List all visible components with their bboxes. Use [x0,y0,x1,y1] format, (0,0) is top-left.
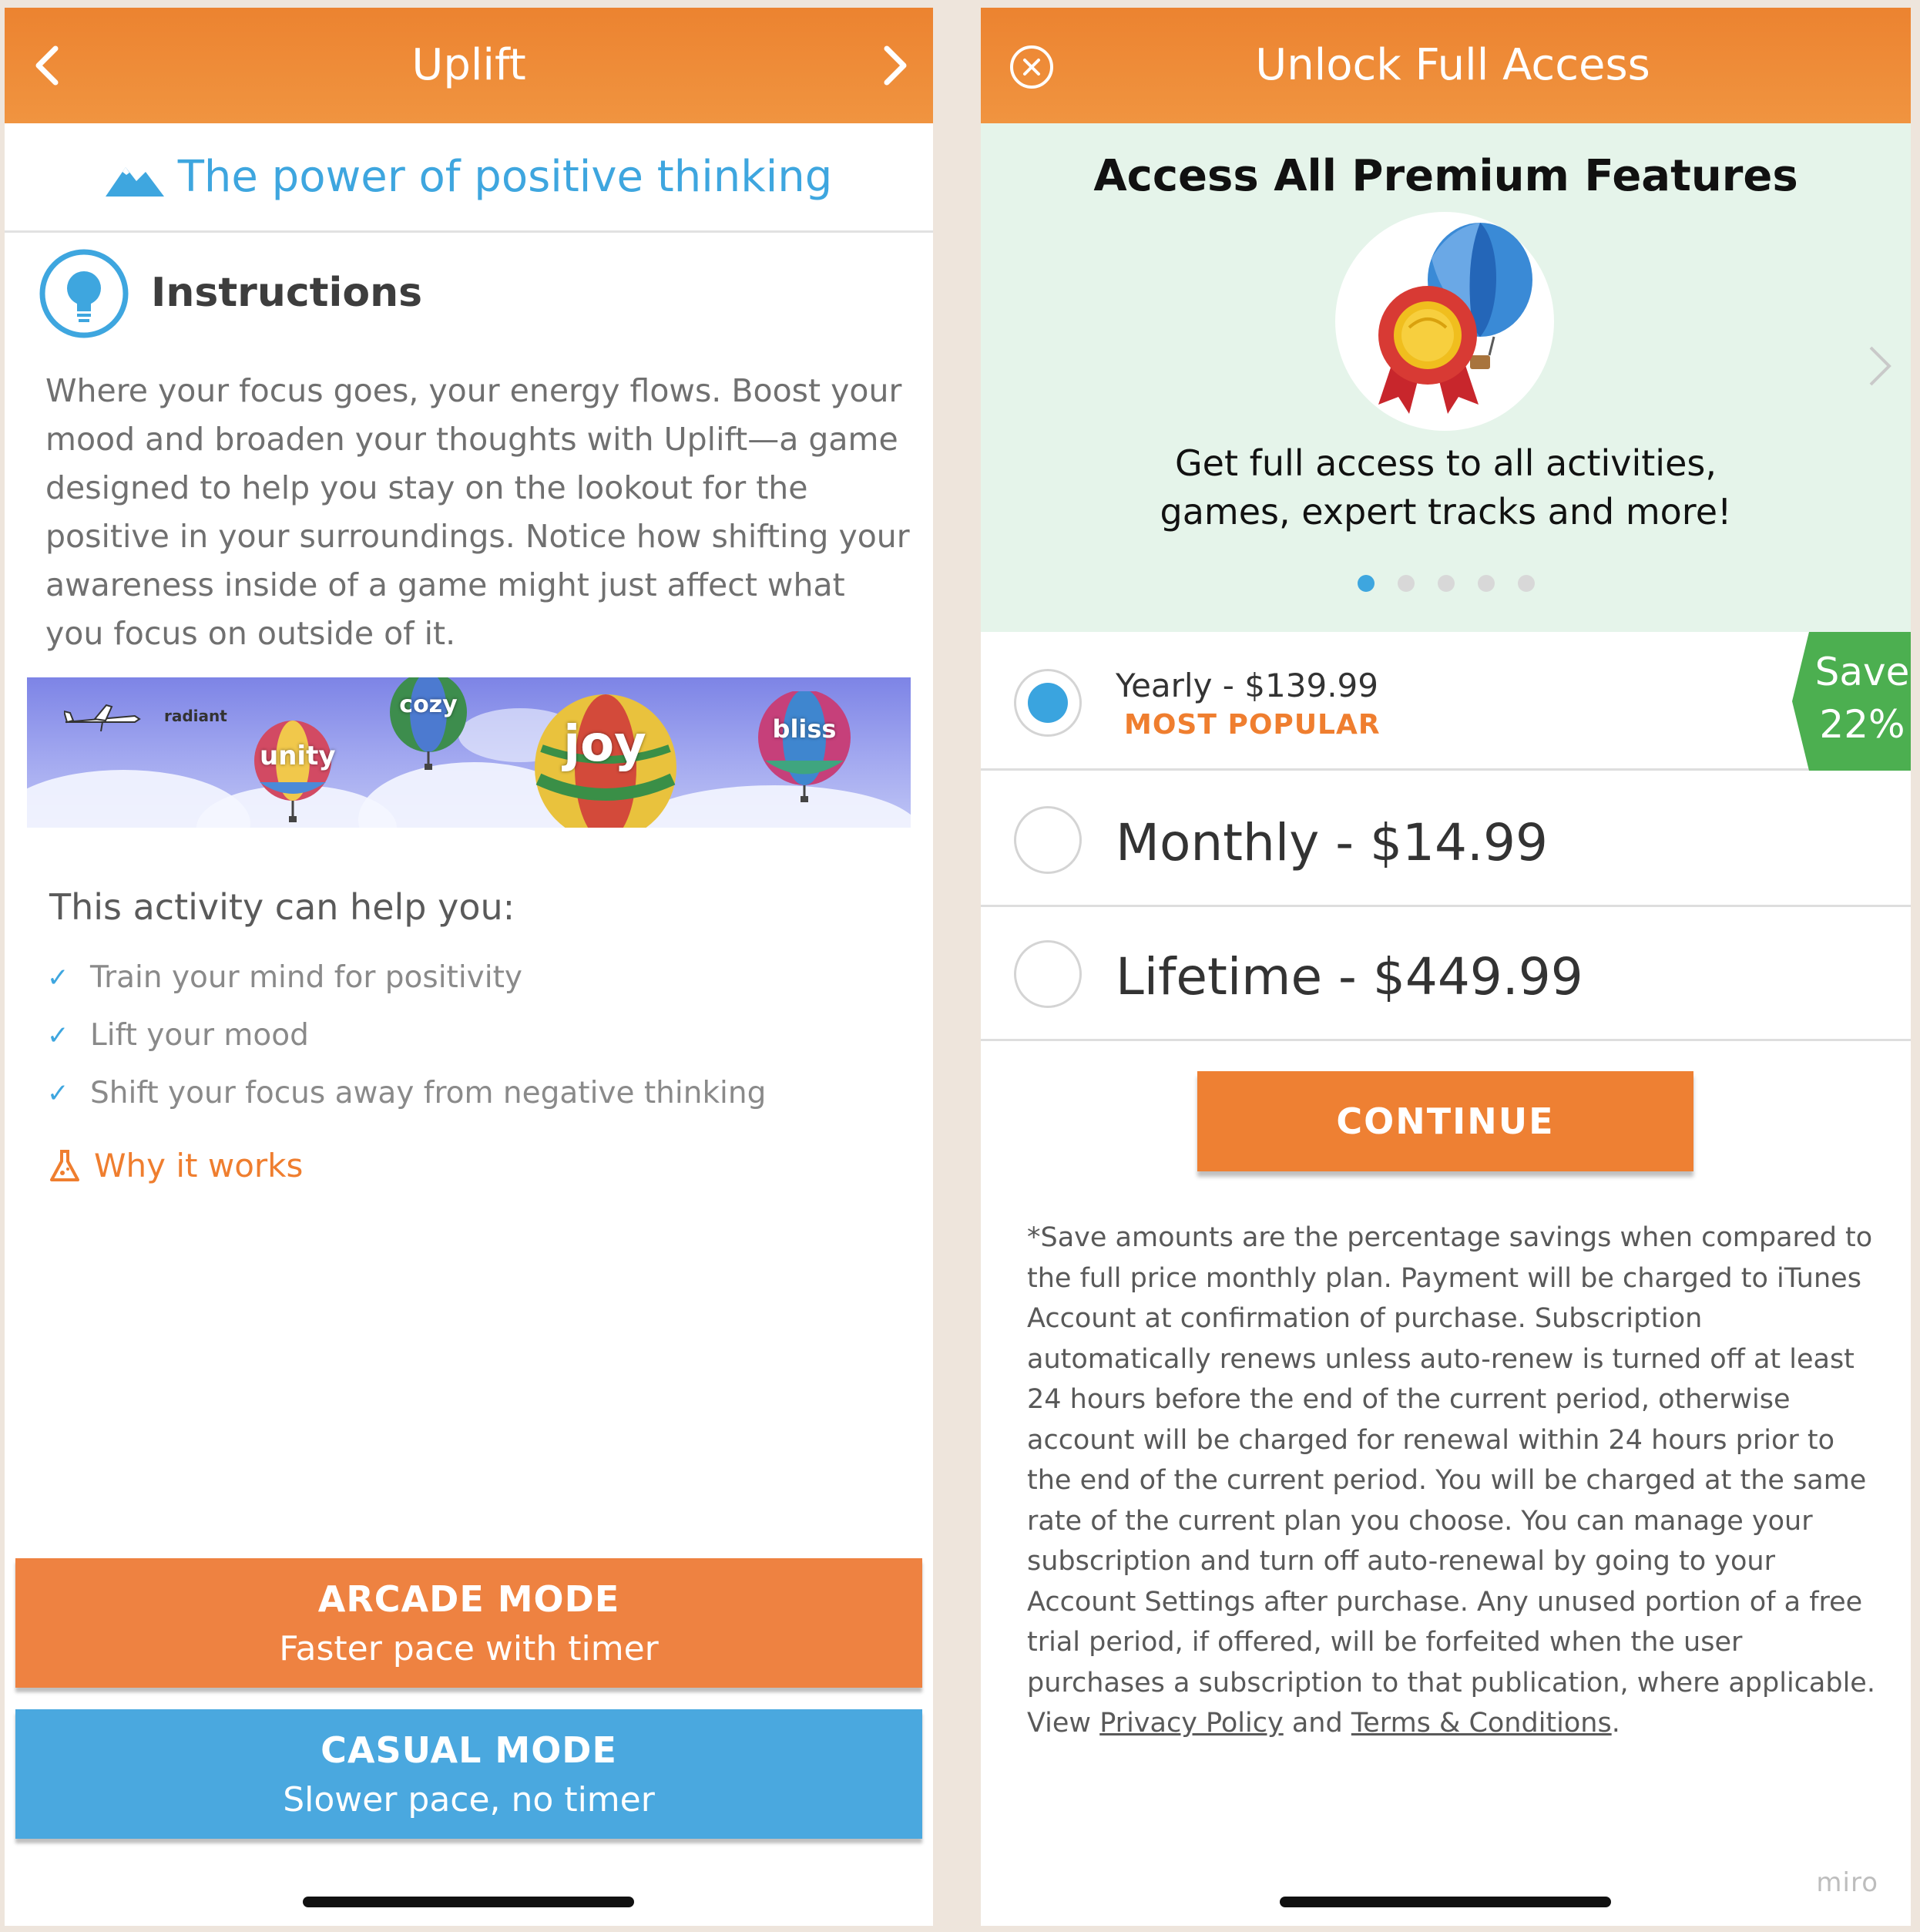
plan-option-yearly[interactable]: Yearly - $139.99 MOST POPULAR Save 22% [981,632,1911,771]
benefit-text: Shift your focus away from negative thin… [90,1076,767,1110]
benefit-item: ✓ Shift your focus away from negative th… [47,1076,766,1110]
banner-word: bliss [772,714,837,744]
checkmark-icon: ✓ [47,1077,69,1109]
activity-subtitle: The power of positive thinking [177,152,833,202]
promo-description-line: Get full access to all activities, [1175,442,1717,484]
save-label: Save [1814,650,1910,694]
legal-and: and [1283,1708,1351,1739]
casual-mode-button[interactable]: CASUAL MODE Slower pace, no timer [15,1709,922,1839]
screen-title: Uplift [411,40,526,90]
radio-button[interactable] [1014,806,1082,874]
checkmark-icon: ✓ [47,962,69,993]
why-it-works-link[interactable]: Why it works [49,1147,303,1184]
home-indicator[interactable] [303,1897,634,1907]
page-dot[interactable] [1397,575,1415,592]
arcade-mode-subtitle: Faster pace with timer [279,1629,659,1668]
benefit-text: Train your mind for positivity [90,960,522,995]
checkmark-icon: ✓ [47,1020,69,1051]
lightbulb-icon [39,249,129,338]
balloon-icon [758,691,851,802]
arcade-mode-title: ARCADE MODE [317,1578,620,1620]
benefits-heading: This activity can help you: [49,886,515,928]
legal-disclaimer: *Save amounts are the percentage savings… [1027,1218,1882,1744]
radio-button-selected[interactable] [1014,669,1082,737]
page-dot[interactable] [1437,575,1455,592]
banner-word: cozy [399,691,458,718]
paywall-screen: Unlock Full Access Access All Premium Fe… [981,8,1911,1926]
arcade-mode-button[interactable]: ARCADE MODE Faster pace with timer [15,1558,922,1688]
mountain-icon [105,166,164,197]
home-indicator[interactable] [1280,1897,1611,1907]
balloons-banner-image: radiant unity cozy joy bliss [27,677,911,828]
nav-bar: Unlock Full Access [981,8,1911,123]
plan-option-monthly[interactable]: Monthly - $14.99 [981,773,1911,907]
miro-watermark: miro [1816,1867,1878,1898]
banner-word: joy [563,716,646,773]
plan-label: Lifetime - $449.99 [1116,947,1583,1006]
promo-title: Access All Premium Features [1093,151,1798,201]
benefit-item: ✓ Train your mind for positivity [47,960,522,995]
plan-label: Monthly - $14.99 [1116,813,1548,872]
instructions-heading: Instructions [151,270,423,316]
plan-label: Yearly - $139.99 [1116,667,1378,704]
screen-title: Unlock Full Access [1255,40,1650,90]
carousel-next-icon[interactable] [1866,343,1894,389]
promo-description: Get full access to all activities, games… [981,439,1911,536]
nav-bar: Uplift [5,8,933,123]
airplane-icon [64,704,141,732]
benefit-text: Lift your mood [90,1018,309,1053]
terms-link[interactable]: Terms & Conditions [1351,1708,1612,1739]
promo-illustration [1335,212,1554,431]
page-dot[interactable] [1517,575,1535,592]
instructions-text: Where your focus goes, your energy flows… [45,372,910,652]
benefit-item: ✓ Lift your mood [47,1018,309,1053]
casual-mode-subtitle: Slower pace, no timer [283,1780,655,1819]
why-it-works-label: Why it works [94,1147,304,1184]
balloon-icon [254,721,331,822]
legal-end: . [1611,1708,1620,1739]
carousel-page-dots[interactable] [981,575,1911,592]
continue-button[interactable]: CONTINUE [1197,1071,1693,1171]
promo-description-line: games, expert tracks and more! [1160,491,1732,533]
page-dot[interactable] [1477,575,1495,592]
privacy-policy-link[interactable]: Privacy Policy [1099,1708,1284,1739]
uplift-activity-screen: Uplift The power of positive thinking In… [5,8,933,1926]
promo-carousel[interactable]: Access All Premium Features Get full acc [981,123,1911,632]
radio-button[interactable] [1014,940,1082,1008]
page-dot[interactable] [1357,575,1375,592]
banner-word: radiant [164,707,227,725]
banner-word: unity [260,741,336,771]
most-popular-badge: MOST POPULAR [1124,709,1381,741]
activity-subtitle-row: The power of positive thinking [5,123,933,233]
award-ribbon-balloon-icon [1378,223,1532,414]
plan-option-lifetime[interactable]: Lifetime - $449.99 [981,907,1911,1041]
casual-mode-title: CASUAL MODE [321,1729,617,1771]
forward-chevron-icon[interactable] [870,42,916,89]
save-percent-ribbon: Save 22% [1792,632,1911,771]
flask-icon [50,1149,79,1181]
legal-text: *Save amounts are the percentage savings… [1027,1222,1875,1739]
save-percent: 22% [1819,702,1905,747]
